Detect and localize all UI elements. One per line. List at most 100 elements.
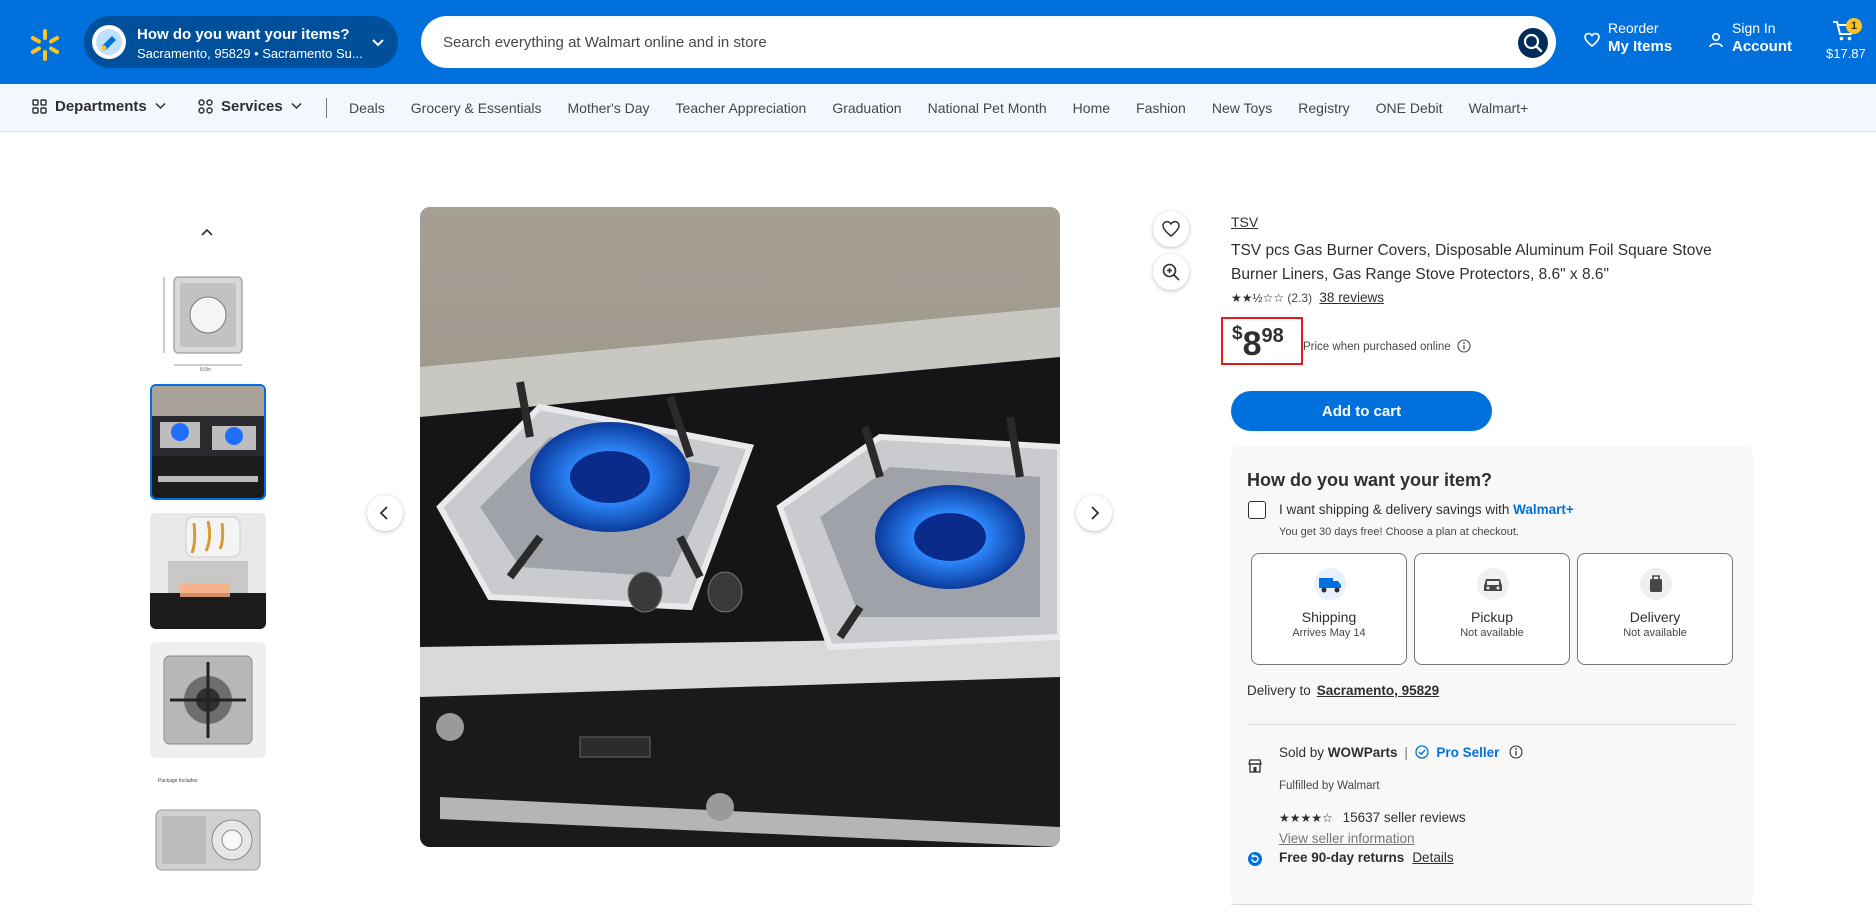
my-items-label: My Items: [1608, 38, 1673, 55]
chevron-left-icon: [379, 506, 388, 520]
nav-link-graduation[interactable]: Graduation: [832, 100, 901, 116]
top-header: How do you want your items? Sacramento, …: [0, 0, 1876, 84]
nav-link-new-toys[interactable]: New Toys: [1212, 100, 1272, 116]
shipping-subtext: Arrives May 14: [1292, 627, 1366, 639]
fulfillment-divider: [1247, 724, 1737, 725]
brand-link[interactable]: TSV: [1231, 214, 1258, 230]
nav-link-fashion[interactable]: Fashion: [1136, 100, 1186, 116]
view-seller-info-link[interactable]: View seller information: [1279, 831, 1415, 846]
store-icon: [1248, 759, 1262, 773]
walmart-plus-subtext: You get 30 days free! Choose a plan at c…: [1279, 526, 1519, 538]
search-input[interactable]: [443, 26, 1483, 58]
pickup-option[interactable]: Pickup Not available: [1414, 553, 1570, 665]
returns-details-link[interactable]: Details: [1412, 850, 1453, 865]
account-label: Account: [1732, 38, 1792, 55]
price-dollars: 8: [1242, 325, 1262, 363]
sign-in-account-link[interactable]: Sign In Account: [1708, 20, 1808, 55]
location-title: How do you want your items?: [137, 26, 350, 43]
shipping-truck-icon: [1314, 568, 1346, 600]
nav-divider: [326, 98, 327, 118]
thumbnails-up-arrow-icon[interactable]: [197, 222, 217, 242]
search-button[interactable]: [1518, 28, 1548, 58]
seller-reviews-row: ★★★★☆ 15637 seller reviews: [1279, 810, 1466, 825]
fulfilled-by: Fulfilled by Walmart: [1279, 780, 1380, 792]
seller-reviews-count: 15637 seller reviews: [1342, 810, 1466, 825]
delivery-zip-link[interactable]: Sacramento, 95829: [1317, 683, 1439, 698]
location-selector[interactable]: How do you want your items? Sacramento, …: [84, 16, 398, 68]
user-icon: [1709, 32, 1723, 48]
cart-button[interactable]: 1 $17.87: [1824, 18, 1868, 66]
info-icon[interactable]: [1457, 339, 1471, 353]
seller-name[interactable]: WOWParts: [1328, 745, 1398, 760]
nav-link-pet-month[interactable]: National Pet Month: [928, 100, 1047, 116]
thumbnail-4[interactable]: [150, 642, 266, 758]
location-subtitle: Sacramento, 95829 • Sacramento Su...: [137, 46, 363, 61]
info-icon[interactable]: [1509, 745, 1523, 759]
sold-by-label: Sold by: [1279, 745, 1325, 760]
delivery-to-label: Delivery to: [1247, 683, 1311, 698]
nav-link-deals[interactable]: Deals: [349, 100, 385, 116]
nav-link-home[interactable]: Home: [1073, 100, 1110, 116]
zoom-in-icon: [1162, 263, 1180, 281]
walmart-plus-label: I want shipping & delivery savings with …: [1279, 502, 1574, 517]
search-bar: [421, 16, 1556, 68]
bottom-divider: [1231, 904, 1753, 905]
free-returns-label: Free 90-day returns: [1279, 850, 1405, 865]
next-image-button[interactable]: [1076, 495, 1112, 531]
chevron-down-icon: [372, 39, 384, 47]
services-menu[interactable]: Services: [198, 98, 302, 115]
add-to-cart-button[interactable]: Add to cart: [1231, 391, 1492, 431]
thumb-package-label: Package Includes: [158, 778, 198, 784]
reorder-label: Reorder: [1608, 20, 1659, 36]
fulfillment-icon: [92, 25, 126, 59]
price-note-text: Price when purchased online: [1303, 341, 1451, 353]
previous-image-button[interactable]: [367, 495, 403, 531]
cart-count-badge: 1: [1846, 18, 1862, 34]
delivery-subtext: Not available: [1623, 627, 1687, 639]
rating-row: ★★½☆☆ (2.3) 38 reviews: [1231, 290, 1384, 305]
price-currency: $: [1232, 323, 1243, 344]
search-icon: [1523, 33, 1543, 53]
pickup-car-icon: [1477, 568, 1509, 600]
cart-total: $17.87: [1826, 46, 1866, 61]
walmart-plus-checkbox[interactable]: [1248, 501, 1266, 519]
pro-seller-badge-icon: [1414, 745, 1429, 759]
chevron-down-icon: [155, 102, 166, 110]
grid-icon: [32, 99, 47, 114]
chevron-down-icon: [291, 102, 302, 110]
nav-link-registry[interactable]: Registry: [1298, 100, 1349, 116]
nav-link-mothers-day[interactable]: Mother's Day: [568, 100, 650, 116]
reviews-link[interactable]: 38 reviews: [1319, 290, 1384, 305]
shipping-label: Shipping: [1301, 609, 1357, 625]
product-price: $898: [1232, 323, 1284, 364]
thumbnail-5[interactable]: Package Includes: [150, 770, 266, 886]
thumbnail-2-selected[interactable]: [150, 384, 266, 500]
departments-menu[interactable]: Departments: [32, 98, 166, 115]
reorder-my-items-link[interactable]: Reorder My Items: [1584, 20, 1694, 55]
shipping-option[interactable]: Shipping Arrives May 14: [1251, 553, 1407, 665]
product-main-image[interactable]: [420, 207, 1060, 847]
nav-link-walmart-plus[interactable]: Walmart+: [1469, 100, 1529, 116]
pickup-subtext: Not available: [1460, 627, 1524, 639]
grid-icon: [198, 99, 213, 114]
price-cents: 98: [1261, 325, 1284, 347]
nav-links: Deals Grocery & Essentials Mother's Day …: [349, 100, 1554, 116]
walmart-spark-logo[interactable]: [28, 28, 62, 62]
heart-icon: [1162, 220, 1180, 237]
thumbnail-3[interactable]: [150, 513, 266, 629]
zoom-button[interactable]: [1153, 254, 1189, 290]
delivery-option[interactable]: Delivery Not available: [1577, 553, 1733, 665]
fulfillment-card: How do you want your item? I want shippi…: [1231, 446, 1753, 906]
thumbnail-1[interactable]: 8.6in: [150, 269, 266, 385]
nav-link-grocery[interactable]: Grocery & Essentials: [411, 100, 542, 116]
delivery-bag-icon: [1640, 568, 1672, 600]
nav-link-teacher-appreciation[interactable]: Teacher Appreciation: [676, 100, 807, 116]
nav-link-one-debit[interactable]: ONE Debit: [1376, 100, 1443, 116]
favorite-button[interactable]: [1153, 211, 1189, 247]
rating-value: (2.3): [1287, 291, 1313, 305]
seller-star-rating-icon: ★★★★☆: [1279, 811, 1333, 825]
product-title: TSV pcs Gas Burner Covers, Disposable Al…: [1231, 242, 1712, 283]
thumb-size-label: 8.6in: [200, 367, 211, 373]
fulfillment-title: How do you want your item?: [1247, 470, 1493, 490]
returns-icon: [1248, 852, 1262, 866]
